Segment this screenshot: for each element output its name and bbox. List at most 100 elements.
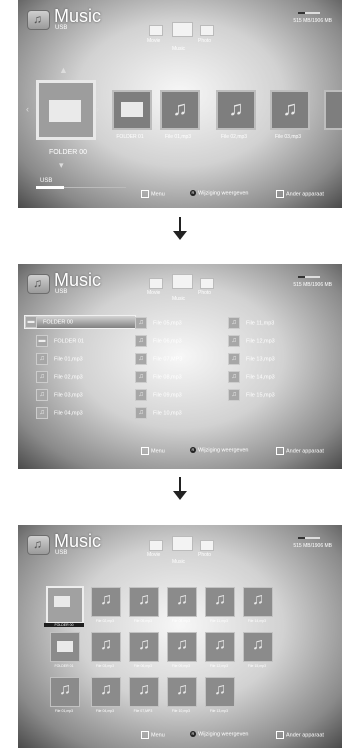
left-arrow-icon[interactable]: ‹: [26, 104, 29, 114]
list-item[interactable]: ♫ File 05,mp3: [135, 317, 225, 329]
list-item-folder-00[interactable]: ▬ FOLDER 00: [24, 315, 136, 329]
music-note-icon: ♫: [135, 335, 147, 347]
menu-button[interactable]: Menu: [141, 190, 165, 198]
list-item[interactable]: ♫ File 04,mp3: [36, 407, 126, 419]
view-toggle-button[interactable]: R Wijziging weergeven: [190, 731, 248, 737]
list-item[interactable]: ♫ File 01,mp3: [36, 353, 126, 365]
menu-button[interactable]: Menu: [141, 447, 165, 455]
list-item[interactable]: ♫ File 13,mp3: [228, 353, 318, 365]
music-category-icon[interactable]: [172, 274, 193, 289]
up-arrow-icon[interactable]: ▲: [59, 65, 68, 75]
down-arrow-icon[interactable]: ▾: [59, 160, 64, 171]
grid-item[interactable]: ♫: [129, 587, 159, 617]
list-item[interactable]: ♫ File 03,mp3: [36, 389, 126, 401]
grid-item[interactable]: [50, 632, 80, 662]
category-photo-label: Photo: [198, 552, 212, 558]
list-item-label: File 09,mp3: [153, 392, 182, 399]
photo-category-icon[interactable]: [200, 25, 214, 36]
photo-category-icon[interactable]: [200, 540, 214, 551]
menu-label: Menu: [151, 191, 165, 198]
music-note-icon: ♫: [176, 591, 188, 608]
list-item-label: File 07,MP3: [153, 356, 183, 363]
music-category-icon[interactable]: [172, 536, 193, 551]
view-label: Wijziging weergeven: [198, 731, 249, 738]
music-browser-carousel: Music USB 515 MB/1906 MB Movie Music Pho…: [18, 0, 342, 208]
selected-item-label: FOLDER 00: [48, 149, 88, 156]
grid-item[interactable]: ♫: [167, 632, 197, 662]
grid-item[interactable]: ♫: [205, 677, 235, 707]
grid-item[interactable]: ♫: [243, 587, 273, 617]
view-toggle-button[interactable]: R Wijziging weergeven: [190, 190, 248, 196]
grid-item[interactable]: ♫: [129, 677, 159, 707]
grid-item[interactable]: ♫: [91, 632, 121, 662]
list-item-label: File 12,mp3: [246, 338, 275, 345]
scroll-thumb[interactable]: [36, 186, 64, 189]
category-movie-label: Movie: [147, 552, 161, 558]
music-note-icon: ♫: [252, 636, 264, 653]
menu-button[interactable]: Menu: [141, 731, 165, 739]
list-item[interactable]: ▬ FOLDER 01: [36, 335, 126, 347]
music-note-icon: ♫: [59, 681, 71, 698]
red-key-icon: R: [190, 447, 196, 453]
list-item-label: File 08,mp3: [153, 374, 182, 381]
movie-category-icon[interactable]: [149, 540, 163, 551]
tile-file-01[interactable]: ♫: [160, 90, 200, 130]
tile-partial[interactable]: [324, 90, 342, 130]
grid-item-label: File 04,mp3: [95, 709, 115, 713]
list-item[interactable]: ♫ File 12,mp3: [228, 335, 318, 347]
folder-icon: [57, 641, 73, 652]
list-item[interactable]: ♫ File 14,mp3: [228, 371, 318, 383]
grid-item[interactable]: ♫: [91, 677, 121, 707]
grid-item-folder-00[interactable]: [46, 586, 84, 624]
music-note-icon: ♫: [36, 353, 48, 365]
music-note-icon: ♫: [135, 317, 147, 329]
grid-item[interactable]: ♫: [129, 632, 159, 662]
music-note-icon: ♫: [214, 681, 226, 698]
grid-item[interactable]: ♫: [167, 587, 197, 617]
storage-readout: 515 MB/1906 MB: [293, 282, 332, 288]
music-note-icon: ♫: [228, 353, 240, 365]
music-note-icon: ♫: [135, 389, 147, 401]
tile-folder-01[interactable]: [112, 90, 152, 130]
storage-readout: 515 MB/1906 MB: [293, 18, 332, 24]
grid-item[interactable]: ♫: [205, 632, 235, 662]
music-note-icon: ♫: [214, 636, 226, 653]
music-app-icon: [27, 274, 50, 294]
list-item[interactable]: ♫ File 09,mp3: [135, 389, 225, 401]
grid-item[interactable]: ♫: [167, 677, 197, 707]
list-item-label: File 13,mp3: [246, 356, 275, 363]
list-item-label: FOLDER 00: [43, 319, 73, 326]
list-item[interactable]: ♫ File 15,mp3: [228, 389, 318, 401]
tile-label: FOLDER 01: [116, 134, 144, 140]
list-item-label: File 11,mp3: [246, 320, 275, 327]
movie-category-icon[interactable]: [149, 278, 163, 289]
list-item[interactable]: ♫ File 11,mp3: [228, 317, 318, 329]
grid-item[interactable]: ♫: [91, 587, 121, 617]
grid-item[interactable]: ♫: [243, 632, 273, 662]
movie-category-icon[interactable]: [149, 25, 163, 36]
tile-file-03[interactable]: ♫: [270, 90, 310, 130]
view-toggle-button[interactable]: R Wijziging weergeven: [190, 447, 248, 453]
right-arrow-icon[interactable]: ›: [96, 104, 99, 114]
list-item[interactable]: ♫ File 10,mp3: [135, 407, 225, 419]
other-device-button[interactable]: Ander apparaat: [276, 731, 324, 739]
photo-category-icon[interactable]: [200, 278, 214, 289]
app-title: Music: [54, 531, 102, 551]
device-label: USB: [55, 25, 68, 31]
other-device-button[interactable]: Ander apparaat: [276, 190, 324, 198]
grid-item[interactable]: ♫: [205, 587, 235, 617]
list-item[interactable]: ♫ File 08,mp3: [135, 371, 225, 383]
grid-item[interactable]: ♫: [50, 677, 80, 707]
tile-folder-00[interactable]: [36, 80, 96, 140]
list-item-label: FOLDER 01: [54, 338, 84, 345]
music-category-icon[interactable]: [172, 22, 193, 37]
list-item[interactable]: ♫ File 02,mp3: [36, 371, 126, 383]
music-note-icon: ♫: [282, 98, 298, 120]
list-item[interactable]: ♫ File 06,mp3: [135, 335, 225, 347]
list-item[interactable]: ♫ File 07,MP3: [135, 353, 225, 365]
music-note-icon: ♫: [176, 681, 188, 698]
list-item-label: File 14,mp3: [246, 374, 275, 381]
other-device-button[interactable]: Ander apparaat: [276, 447, 324, 455]
tile-file-02[interactable]: ♫: [216, 90, 256, 130]
category-movie-label: Movie: [147, 290, 161, 296]
